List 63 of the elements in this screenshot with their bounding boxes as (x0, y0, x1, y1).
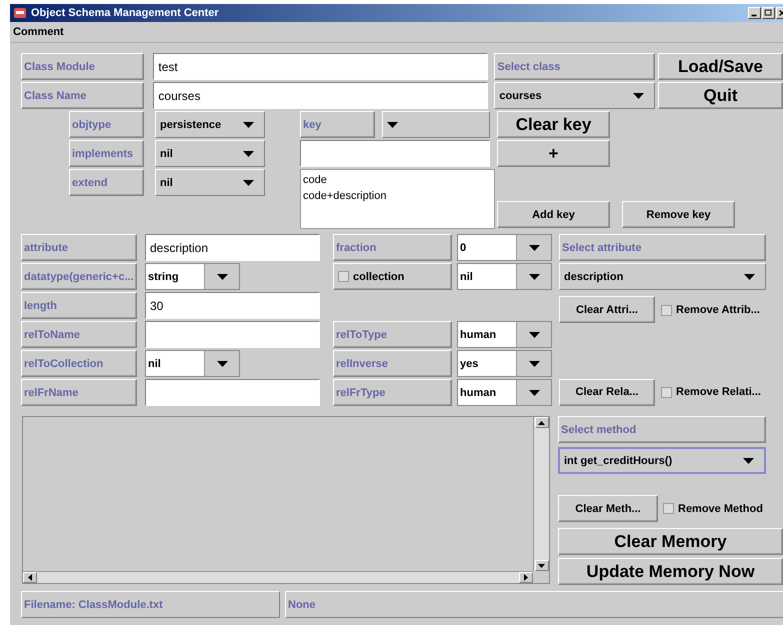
text-field[interactable]: courses (153, 82, 488, 109)
text-field[interactable] (145, 321, 320, 348)
text-field[interactable] (300, 140, 490, 167)
dropdown[interactable]: description (559, 263, 766, 290)
collection-checkbox[interactable]: collection (333, 263, 452, 290)
scroll-down-icon[interactable] (534, 560, 548, 571)
dropdown-arrow-icon (387, 122, 398, 128)
dropdown[interactable]: nil (457, 263, 552, 290)
text-field[interactable]: description (145, 234, 320, 261)
dropdown-arrow-icon (243, 180, 254, 186)
add-button[interactable]: + (497, 140, 610, 167)
checkbox[interactable]: Remove Relati... (661, 386, 761, 398)
dropdown[interactable]: yes (457, 350, 552, 377)
status-field: None (285, 591, 783, 618)
dropdown-arrow-icon (243, 122, 254, 128)
text-field[interactable]: test (153, 53, 488, 80)
dropdown-arrow-icon (243, 150, 254, 156)
dropdown[interactable]: human (457, 321, 552, 348)
dropdown[interactable]: nil (145, 350, 240, 377)
list-item[interactable]: code+description (303, 190, 492, 202)
maximize-icon[interactable] (762, 7, 775, 19)
clear-attribute-button[interactable]: Clear Attri... (559, 296, 655, 323)
clear-method-button[interactable]: Clear Meth... (558, 495, 658, 522)
status-field: Filename: ClassModule.txt (21, 591, 280, 618)
dropdown-arrow-icon (528, 332, 540, 338)
dropdown-arrow-icon (528, 390, 540, 396)
app-icon (13, 6, 27, 20)
update-memory-button[interactable]: Update Memory Now (558, 558, 783, 585)
dropdown[interactable] (382, 111, 490, 138)
dropdown-arrow-icon (528, 360, 540, 366)
dropdown[interactable]: human (457, 379, 552, 406)
menu-item[interactable]: Comment (10, 26, 67, 38)
dropdown-arrow-icon (633, 92, 644, 98)
remove-key-button[interactable]: Remove key (622, 201, 735, 228)
dropdown[interactable]: 0 (457, 234, 552, 261)
add-key-button[interactable]: Add key (497, 201, 610, 228)
dropdown-arrow-icon (744, 274, 755, 280)
clear-relation-button[interactable]: Clear Rela... (559, 378, 655, 406)
dropdown-arrow-icon (216, 360, 228, 366)
dropdown[interactable]: nil (155, 140, 265, 167)
checkbox[interactable]: Remove Attrib... (661, 304, 760, 316)
dropdown[interactable]: courses (494, 82, 656, 109)
clear-key-button[interactable]: Clear key (497, 111, 610, 138)
load-save-button[interactable]: Load/Save (658, 53, 783, 80)
dropdown[interactable]: int get_creditHours() (558, 447, 766, 474)
clear-memory-button[interactable]: Clear Memory (558, 528, 783, 555)
text-field[interactable]: 30 (145, 292, 320, 319)
dropdown[interactable]: string (145, 263, 240, 290)
scroll-right-icon[interactable] (519, 572, 533, 583)
dropdown-arrow-icon (216, 274, 228, 280)
scroll-up-icon[interactable] (534, 417, 548, 428)
list-item[interactable]: code (303, 174, 492, 186)
dropdown-arrow-icon (528, 244, 540, 250)
scroll-left-icon[interactable] (23, 572, 37, 583)
dropdown[interactable]: persistence (155, 111, 265, 138)
dropdown[interactable]: nil (155, 169, 265, 196)
window-title: Object Schema Management Center (31, 7, 220, 19)
quit-button[interactable]: Quit (658, 82, 783, 109)
minimize-icon[interactable] (748, 7, 761, 19)
dropdown-arrow-icon (528, 274, 540, 280)
checkbox[interactable]: Remove Method (663, 502, 763, 514)
text-field[interactable] (145, 379, 320, 406)
dropdown-arrow-icon (743, 458, 754, 464)
